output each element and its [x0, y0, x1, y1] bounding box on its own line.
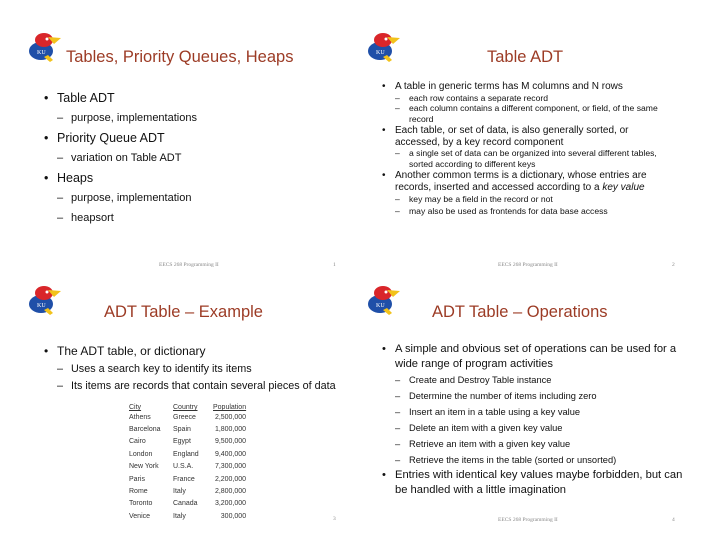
country-cell: France: [173, 475, 195, 483]
population-cell: 9,500,000: [214, 438, 247, 446]
country-cell: U.S.A.: [173, 463, 194, 471]
slide-number: 2: [672, 262, 675, 268]
slide-number: 3: [333, 516, 336, 522]
svg-text:KU: KU: [376, 50, 385, 56]
sub-bullet-item: purpose, implementation: [57, 188, 197, 208]
table-header-row: City Country Population: [129, 404, 252, 411]
sub-bullet-item: Its items are records that contain sever…: [57, 378, 344, 394]
country-cell: Spain: [173, 426, 191, 434]
slide-4[interactable]: KU ADT Table – Operations A simple and o…: [360, 279, 720, 557]
table-row: Rome Italy 2,800,000: [129, 485, 252, 497]
sub-bullet-item: Delete an item with a given key value: [395, 420, 692, 436]
city-cell: Athens: [129, 413, 151, 421]
bullet-item: Entries with identical key values maybe …: [382, 468, 692, 498]
sub-bullet-item: key may be a field in the record or not: [395, 193, 672, 205]
table-row: Toronto Canada 3,200,000: [129, 498, 252, 510]
country-cell: Canada: [173, 500, 198, 508]
jayhawk-logo-icon: KU: [368, 286, 400, 315]
table-row: London England 9,400,000: [129, 448, 252, 460]
bullet-item: Another common terms is a dictionary, wh…: [382, 170, 672, 217]
sub-bullet-item: variation on Table ADT: [57, 148, 197, 168]
table-row: Barcelona Spain 1,800,000: [129, 423, 252, 435]
table-row: Venice Italy 300,000: [129, 510, 252, 522]
bullet-item: The ADT table, or dictionary Uses a sear…: [44, 342, 344, 394]
table-row: Cairo Egypt 9,500,000: [129, 436, 252, 448]
population-cell: 3,200,000: [214, 500, 247, 508]
city-cell: Cairo: [129, 438, 146, 446]
sub-bullet-item: Uses a search key to identify its items: [57, 360, 344, 378]
svg-text:KU: KU: [37, 303, 46, 309]
svg-text:KU: KU: [376, 303, 385, 309]
slide-title: Tables, Priority Queues, Heaps: [66, 48, 294, 66]
table-row: Athens Greece 2,500,000: [129, 411, 252, 423]
sub-bullet-item: Insert an item in a table using a key va…: [395, 404, 692, 420]
slide-footer: EECS 268 Programming II: [159, 262, 219, 268]
column-header: Population: [213, 404, 247, 411]
slide-body: Table ADT purpose, implementations Prior…: [44, 88, 197, 228]
slide-1[interactable]: KU Tables, Priority Queues, Heaps Table …: [0, 0, 360, 278]
slide-2[interactable]: KU Table ADT A table in generic terms ha…: [360, 0, 720, 278]
population-cell: 1,800,000: [214, 426, 247, 434]
city-cell: Venice: [129, 512, 151, 520]
bullet-item: A table in generic terms has M columns a…: [382, 81, 672, 124]
table-row: New York U.S.A. 7,300,000: [129, 461, 252, 473]
sub-bullet-item: each column contains a different compone…: [395, 103, 672, 124]
jayhawk-logo-icon: KU: [29, 286, 61, 315]
sub-bullet-item: may also be used as frontends for data b…: [395, 205, 672, 217]
slide-body: A simple and obvious set of operations c…: [382, 342, 692, 498]
bullet-item: Table ADT purpose, implementations: [44, 88, 197, 128]
jayhawk-logo-icon: KU: [368, 33, 400, 62]
slide-title: ADT Table – Example: [104, 303, 263, 321]
slide-body: The ADT table, or dictionary Uses a sear…: [44, 342, 344, 394]
population-cell: 2,200,000: [214, 475, 247, 483]
city-cell: Paris: [129, 475, 145, 483]
table-row: Paris France 2,200,000: [129, 473, 252, 485]
slide-footer: EECS 268 Programming II: [498, 262, 558, 268]
slide-title: ADT Table – Operations: [432, 303, 608, 321]
country-cell: Greece: [173, 413, 196, 421]
bullet-item: Heaps purpose, implementation heapsort: [44, 168, 197, 228]
column-header: City: [129, 404, 142, 411]
slide-title: Table ADT: [487, 48, 564, 66]
country-cell: Italy: [173, 488, 186, 496]
city-cell: London: [129, 450, 153, 458]
city-cell: Barcelona: [129, 426, 161, 434]
country-cell: Egypt: [173, 438, 191, 446]
bullet-item: A simple and obvious set of operations c…: [382, 342, 692, 468]
sub-bullet-item: Retrieve an item with a given key value: [395, 436, 692, 452]
example-table: City Country Population Athens Greece 2,50…: [129, 404, 252, 523]
slide-number: 4: [672, 517, 675, 523]
sub-bullet-item: Retrieve the items in the table (sorted …: [395, 452, 692, 468]
city-cell: New York: [129, 463, 159, 471]
country-cell: England: [173, 450, 199, 458]
slide-3[interactable]: KU ADT Table – Example The ADT table, or…: [0, 279, 360, 557]
city-cell: Toronto: [129, 500, 153, 508]
population-cell: 9,400,000: [214, 450, 247, 458]
sub-bullet-item: heapsort: [57, 208, 197, 228]
population-cell: 7,300,000: [214, 463, 247, 471]
population-cell: 2,800,000: [214, 488, 247, 496]
slide-footer: EECS 268 Programming II: [498, 517, 558, 523]
bullet-item: Priority Queue ADT variation on Table AD…: [44, 128, 197, 168]
sub-bullet-item: Create and Destroy Table instance: [395, 372, 692, 388]
jayhawk-logo-icon: KU: [29, 33, 61, 62]
country-cell: Italy: [173, 512, 186, 520]
city-cell: Rome: [129, 488, 148, 496]
svg-text:KU: KU: [37, 50, 46, 56]
sub-bullet-item: purpose, implementations: [57, 108, 197, 128]
bullet-item: Each table, or set of data, is also gene…: [382, 125, 672, 169]
population-cell: 300,000: [220, 512, 247, 520]
sub-bullet-item: Determine the number of items including …: [395, 388, 692, 404]
population-cell: 2,500,000: [214, 413, 247, 421]
sub-bullet-item: each row contains a separate record: [395, 93, 672, 104]
slide-number: 1: [333, 262, 336, 268]
column-header: Country: [173, 404, 198, 411]
sub-bullet-item: a single set of data can be organized in…: [395, 148, 672, 169]
slide-body: A table in generic terms has M columns a…: [382, 81, 672, 217]
